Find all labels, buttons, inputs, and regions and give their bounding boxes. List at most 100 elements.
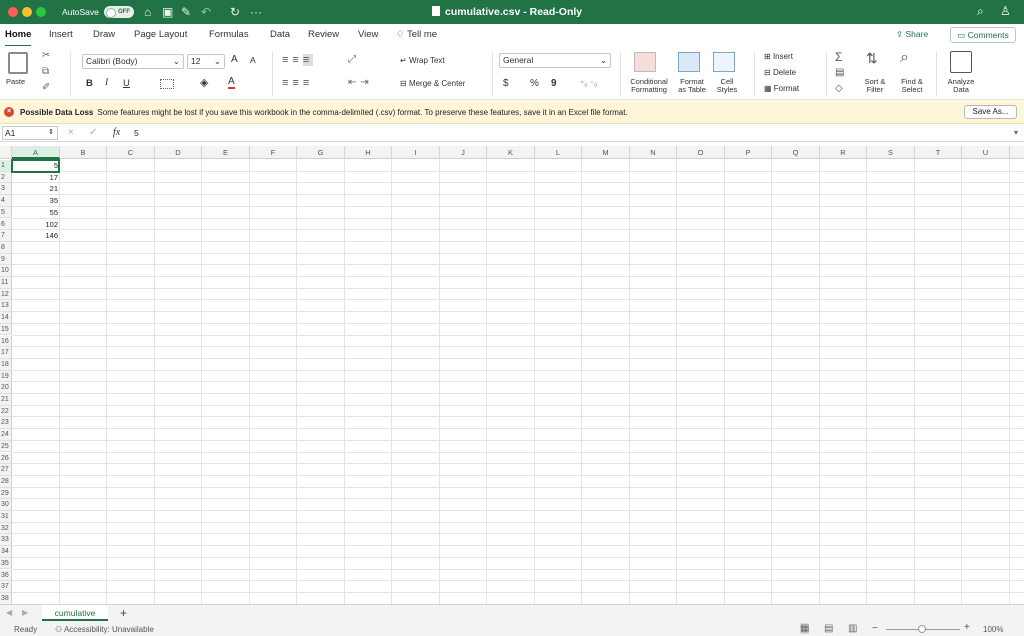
- tab-review[interactable]: Review: [308, 29, 339, 40]
- row-header[interactable]: 31: [0, 511, 12, 523]
- orientation-icon[interactable]: ⤢: [348, 54, 356, 65]
- next-sheet-icon[interactable]: ▶: [22, 608, 28, 617]
- worksheet-grid[interactable]: ABCDEFGHIJKLMNOPQRSTU 1 2 3 4 5 6 7 8 9 10 11 12 13 1…: [0, 146, 1024, 604]
- fill-icon[interactable]: ▤: [835, 67, 844, 78]
- grow-font-button[interactable]: A: [231, 54, 238, 65]
- insert-function-icon[interactable]: fx: [113, 127, 120, 138]
- row-header[interactable]: 10: [0, 265, 12, 277]
- row-header[interactable]: 23: [0, 417, 12, 430]
- bold-button[interactable]: B: [86, 78, 93, 89]
- page-break-view-icon[interactable]: ▥: [848, 623, 857, 634]
- column-header[interactable]: D: [155, 146, 202, 159]
- close-banner-icon[interactable]: ×: [4, 107, 14, 117]
- paste-icon[interactable]: [8, 52, 28, 74]
- row-header[interactable]: 34: [0, 546, 12, 558]
- underline-button[interactable]: U: [123, 78, 130, 89]
- accessibility-status[interactable]: ⚇ Accessibility: Unavailable: [55, 625, 154, 634]
- edit-icon[interactable]: ✎: [181, 5, 191, 19]
- row-header[interactable]: 15: [0, 323, 12, 336]
- tab-page-layout[interactable]: Page Layout: [134, 29, 187, 40]
- column-header[interactable]: I: [392, 146, 440, 159]
- column-header[interactable]: K: [487, 146, 535, 159]
- row-header[interactable]: 26: [0, 452, 12, 465]
- comments-button[interactable]: ▭ Comments: [950, 27, 1016, 43]
- minimize-window-button[interactable]: [22, 7, 32, 17]
- row-header[interactable]: 21: [0, 394, 12, 406]
- insert-cells-button[interactable]: ⊞ Insert: [764, 52, 793, 61]
- currency-button[interactable]: $: [503, 78, 509, 89]
- cell-a7[interactable]: 146: [12, 230, 60, 242]
- analyze-data-button[interactable]: Analyze Data: [944, 78, 978, 94]
- tab-view[interactable]: View: [358, 29, 378, 40]
- row-header[interactable]: 24: [0, 429, 12, 441]
- borders-icon[interactable]: [160, 79, 174, 89]
- format-as-table-button[interactable]: Format as Table: [672, 78, 712, 94]
- column-header[interactable]: O: [677, 146, 725, 159]
- column-header[interactable]: U: [962, 146, 1010, 159]
- font-name-select[interactable]: Calibri (Body) ⌄: [82, 54, 184, 69]
- column-header[interactable]: M: [582, 146, 630, 159]
- row-header[interactable]: 12: [0, 288, 12, 301]
- decimal-icons[interactable]: ⁺₀ ⁻₀: [580, 79, 597, 88]
- row-header[interactable]: 2: [0, 171, 12, 184]
- row-header[interactable]: 19: [0, 370, 12, 383]
- tab-data[interactable]: Data: [270, 29, 290, 40]
- undo-icon[interactable]: ↶: [201, 5, 211, 19]
- column-header[interactable]: Q: [772, 146, 820, 159]
- formula-input[interactable]: 5: [134, 128, 139, 138]
- comma-button[interactable]: 9: [551, 78, 557, 89]
- column-header[interactable]: P: [725, 146, 772, 159]
- analyze-data-icon[interactable]: [950, 51, 972, 73]
- enter-icon[interactable]: ✓: [89, 127, 97, 138]
- fill-color-icon[interactable]: ◈: [200, 76, 208, 89]
- wrap-text-button[interactable]: ↵ Wrap Text: [400, 56, 445, 65]
- align-top-icons[interactable]: ≡≡≡: [282, 54, 314, 66]
- format-as-table-icon[interactable]: [678, 52, 700, 72]
- autosave-toggle[interactable]: OFF: [104, 6, 134, 18]
- row-header[interactable]: 11: [0, 277, 12, 289]
- row-header[interactable]: 36: [0, 569, 12, 582]
- row-header[interactable]: 33: [0, 534, 12, 547]
- column-header[interactable]: F: [250, 146, 297, 159]
- font-size-select[interactable]: 12 ⌄: [187, 54, 225, 69]
- add-sheet-button[interactable]: +: [120, 606, 127, 620]
- column-header[interactable]: L: [535, 146, 582, 159]
- number-format-select[interactable]: General ⌄: [499, 53, 611, 68]
- row-header[interactable]: 30: [0, 499, 12, 511]
- search-icon[interactable]: ⌕: [977, 4, 984, 19]
- row-header[interactable]: 37: [0, 581, 12, 593]
- tab-insert[interactable]: Insert: [49, 29, 73, 40]
- redo-icon[interactable]: ↻: [230, 5, 240, 19]
- cell-a6[interactable]: 102: [12, 219, 60, 231]
- row-header[interactable]: 7: [0, 230, 12, 242]
- merge-center-button[interactable]: ⊟ Merge & Center: [400, 79, 465, 88]
- font-color-icon[interactable]: A: [228, 76, 235, 89]
- tab-draw[interactable]: Draw: [93, 29, 115, 40]
- format-cells-button[interactable]: ▦ Format: [764, 84, 799, 93]
- find-select-button[interactable]: Find & Select: [898, 78, 926, 94]
- find-select-icon[interactable]: ⌕: [900, 49, 909, 67]
- prev-sheet-icon[interactable]: ◀: [6, 608, 12, 617]
- row-header[interactable]: 16: [0, 335, 12, 348]
- row-header[interactable]: 27: [0, 464, 12, 476]
- row-header[interactable]: 28: [0, 475, 12, 488]
- cancel-icon[interactable]: ×: [68, 127, 74, 138]
- column-header[interactable]: T: [915, 146, 962, 159]
- name-box[interactable]: A1 ⇕: [2, 126, 58, 140]
- autosum-icon[interactable]: Σ: [835, 50, 842, 64]
- close-window-button[interactable]: [8, 7, 18, 17]
- cell-a3[interactable]: 21: [12, 183, 60, 195]
- row-header[interactable]: 17: [0, 347, 12, 359]
- cell-a2[interactable]: 17: [12, 172, 60, 184]
- sort-filter-icon[interactable]: ⇅: [866, 50, 878, 67]
- more-commands-icon[interactable]: ···: [250, 5, 262, 19]
- column-header[interactable]: C: [107, 146, 155, 159]
- row-header[interactable]: 6: [0, 218, 12, 231]
- column-header[interactable]: N: [630, 146, 677, 159]
- column-header[interactable]: S: [867, 146, 915, 159]
- account-icon[interactable]: ♙: [1000, 4, 1011, 18]
- shrink-font-button[interactable]: A: [250, 55, 256, 65]
- cut-icon[interactable]: ✂: [42, 50, 50, 61]
- share-button[interactable]: ⇪ Share: [896, 29, 928, 40]
- clear-icon[interactable]: ◇: [835, 83, 843, 94]
